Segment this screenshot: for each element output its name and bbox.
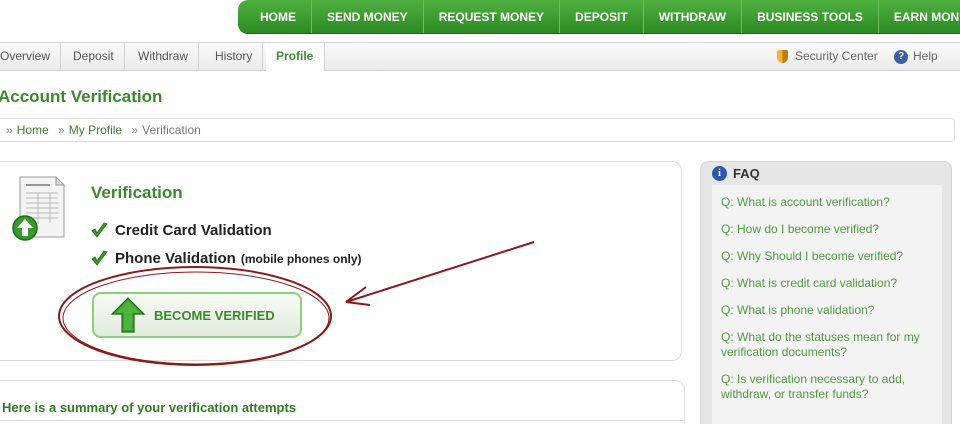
breadcrumb-separator: » [131,123,139,137]
tab-withdraw[interactable]: Withdraw [128,43,200,70]
tab-history[interactable]: History [205,43,264,70]
breadcrumb-current: Verification [142,123,201,137]
nav-deposit[interactable]: DEPOSIT [560,0,644,33]
breadcrumb-my-profile[interactable]: My Profile [69,123,122,137]
up-arrow-icon [110,297,146,333]
checkmark-icon [91,222,108,238]
phone-validation-note: (mobile phones only) [240,251,362,266]
credit-card-validation-item: Credit Card Validation [91,222,272,239]
become-verified-label: BECOME VERIFIED [154,308,275,323]
nav-withdraw[interactable]: WITHDRAW [644,0,743,33]
sub-navigation: Overview Deposit Withdraw History Profil… [0,42,960,71]
summary-divider [0,420,684,421]
page-title: Account Verification [0,87,163,106]
breadcrumb: » Home » My Profile » Verification [0,118,955,142]
top-navigation: HOME SEND MONEY REQUEST MONEY DEPOSIT WI… [238,0,960,34]
faq-question[interactable]: Q: How do I become verified? [721,222,936,237]
summary-title: Here is a summary of your verification a… [2,400,297,415]
info-icon: i [712,166,727,181]
phone-validation-label: Phone Validation [115,250,236,267]
faq-question[interactable]: Q: What do the statuses mean for my veri… [721,330,936,360]
help-link[interactable]: ? Help [894,43,938,70]
faq-header: i FAQ [712,166,760,181]
shield-icon [777,50,788,63]
checkmark-icon [91,250,108,266]
nav-request-money[interactable]: REQUEST MONEY [424,0,561,33]
faq-question[interactable]: Q: What is account verification? [721,195,936,210]
credit-card-validation-label: Credit Card Validation [115,222,272,239]
document-upload-icon [12,175,66,241]
nav-business-tools[interactable]: BUSINESS TOOLS [742,0,879,33]
faq-question[interactable]: Q: What is credit card validation? [721,276,936,291]
help-icon: ? [894,49,908,64]
faq-question[interactable]: Q: Why Should I become verified? [721,249,936,264]
phone-validation-item: Phone Validation (mobile phones only) [91,250,362,267]
nav-send-money[interactable]: SEND MONEY [312,0,424,33]
nav-earn-money[interactable]: EARN MONEY [879,0,960,33]
become-verified-button[interactable]: BECOME VERIFIED [92,292,302,338]
faq-question[interactable]: Q: Is verification necessary to add, wit… [721,372,936,402]
breadcrumb-separator: » [6,123,13,137]
verification-title: Verification [91,183,183,202]
help-label: Help [913,49,938,63]
tab-profile[interactable]: Profile [266,43,325,71]
security-center-link[interactable]: Security Center [777,43,878,70]
breadcrumb-home[interactable]: Home [17,123,49,137]
security-center-label: Security Center [795,49,878,63]
tab-deposit[interactable]: Deposit [63,43,125,70]
breadcrumb-separator: » [58,123,65,137]
tab-overview[interactable]: Overview [0,43,62,70]
faq-title: FAQ [733,166,760,181]
faq-question[interactable]: Q: What is phone validation? [721,303,936,318]
nav-home[interactable]: HOME [238,0,312,33]
